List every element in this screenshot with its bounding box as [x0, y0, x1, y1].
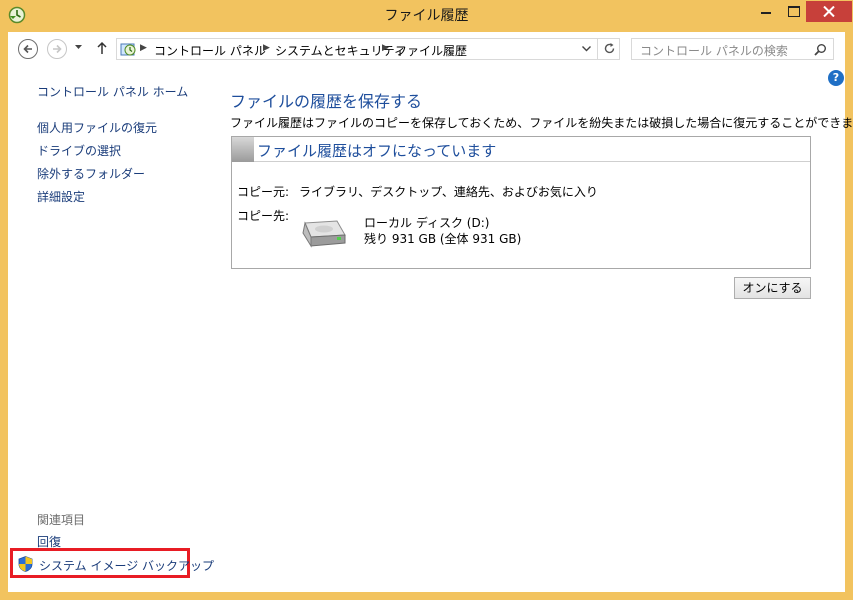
search-placeholder: コントロール パネルの検索	[640, 44, 788, 58]
close-button[interactable]	[806, 1, 852, 22]
search-box[interactable]: コントロール パネルの検索	[631, 38, 834, 60]
file-history-window: ファイル履歴 ▶ コントロール パネル ▶ システムとセキュリティ ▶ ファイル…	[0, 0, 853, 600]
breadcrumb-separator-icon[interactable]: ▶	[263, 43, 270, 53]
close-icon	[823, 6, 835, 17]
window-title: ファイル履歴	[384, 8, 469, 24]
help-icon[interactable]: ?	[828, 70, 844, 86]
copy-from-value: ライブラリ、デスクトップ、連絡先、およびお気に入り	[299, 185, 598, 199]
chevron-down-icon[interactable]	[581, 43, 592, 54]
arrow-left-icon	[23, 44, 32, 54]
status-header: ファイル履歴はオフになっています	[232, 137, 810, 162]
drive-name: ローカル ディスク (D:)	[364, 216, 490, 230]
title-bar[interactable]: ファイル履歴	[0, 0, 853, 32]
related-items-heading: 関連項目	[37, 513, 86, 527]
drive-free-space: 残り 931 GB (全体 931 GB)	[364, 232, 522, 246]
system-image-backup-link[interactable]: システム イメージ バックアップ	[39, 557, 214, 574]
address-bar[interactable]: ▶ コントロール パネル ▶ システムとセキュリティ ▶ ファイル履歴	[116, 38, 620, 60]
refresh-icon	[604, 43, 615, 54]
hard-drive-icon	[302, 220, 346, 248]
content-area: ▶ コントロール パネル ▶ システムとセキュリティ ▶ ファイル履歴 コントロ…	[8, 32, 853, 592]
page-title: ファイルの履歴を保存する	[230, 92, 423, 111]
restore-personal-files-link[interactable]: 個人用ファイルの復元	[37, 119, 157, 136]
copy-to-label: コピー先:	[237, 209, 290, 223]
uac-shield-icon	[18, 556, 33, 572]
refresh-button[interactable]	[597, 39, 620, 59]
file-history-status-panel: ファイル履歴はオフになっています コピー元: ライブラリ、デスクトップ、連絡先、…	[231, 136, 811, 269]
page-description: ファイル履歴はファイルのコピーを保存しておくため、ファイルを紛失または破損した場…	[230, 116, 853, 130]
arrow-up-icon[interactable]	[96, 41, 108, 55]
turn-on-button[interactable]: オンにする	[734, 277, 811, 299]
copy-from-label: コピー元:	[237, 185, 290, 199]
status-indicator-bar	[232, 137, 254, 162]
forward-button[interactable]	[47, 39, 67, 59]
arrow-right-icon	[53, 44, 62, 54]
system-image-backup-highlight[interactable]: システム イメージ バックアップ	[10, 548, 214, 578]
breadcrumb-control-panel[interactable]: コントロール パネル	[154, 42, 266, 59]
minimize-button[interactable]	[752, 1, 780, 22]
advanced-settings-link[interactable]: 詳細設定	[37, 188, 85, 205]
control-panel-home-link[interactable]: コントロール パネル ホーム	[37, 83, 188, 100]
breadcrumb-separator-icon: ▶	[140, 43, 147, 53]
select-drive-link[interactable]: ドライブの選択	[37, 142, 121, 159]
breadcrumb-file-history[interactable]: ファイル履歴	[395, 42, 467, 59]
back-button[interactable]	[18, 39, 38, 59]
maximize-button[interactable]	[780, 1, 806, 22]
recent-locations-chevron-icon[interactable]	[74, 43, 83, 51]
exclude-folders-link[interactable]: 除外するフォルダー	[37, 165, 145, 182]
navigation-bar: ▶ コントロール パネル ▶ システムとセキュリティ ▶ ファイル履歴 コントロ…	[8, 32, 845, 66]
status-text: ファイル履歴はオフになっています	[257, 142, 497, 160]
file-history-location-icon	[120, 43, 136, 56]
breadcrumb-separator-icon[interactable]: ▶	[382, 43, 389, 53]
search-icon[interactable]	[814, 43, 827, 56]
